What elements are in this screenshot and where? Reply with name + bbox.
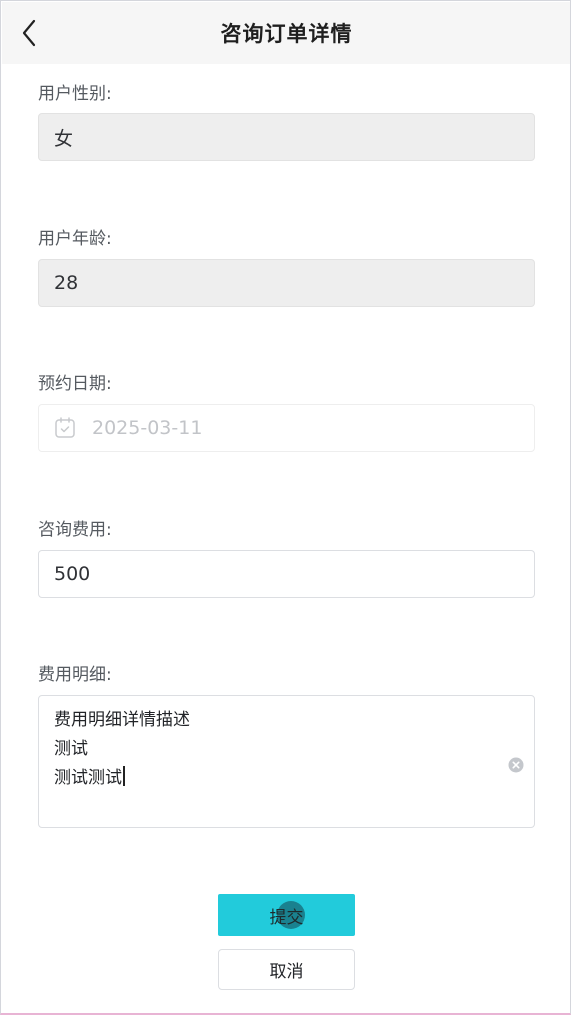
consult-fee-value: 500 (54, 563, 91, 585)
clear-icon[interactable] (508, 757, 524, 773)
fee-detail-label: 费用明细: (38, 665, 112, 685)
age-value: 28 (54, 272, 79, 294)
consult-fee-input[interactable]: 500 (38, 550, 535, 598)
cancel-button-label: 取消 (269, 962, 304, 982)
submit-button-label: 提交 (269, 907, 304, 928)
fee-detail-textarea[interactable]: 费用明细详情描述 测试 测试测试 (38, 695, 535, 828)
age-label: 用户年龄: (38, 229, 112, 249)
fee-detail-line-current: 测试测试 (54, 764, 494, 793)
consult-order-detail-screen: 咨询订单详情 用户性别: 女 用户年龄: 28 预约日期: 2025-03-11… (0, 0, 571, 1015)
calendar-icon (54, 417, 76, 439)
fee-detail-line-text: 测试测试 (54, 768, 122, 788)
cancel-button[interactable]: 取消 (218, 949, 355, 990)
fee-detail-line: 费用明细详情描述 (54, 710, 190, 730)
appointment-date-value: 2025-03-11 (92, 417, 203, 439)
gender-field: 女 (38, 113, 535, 161)
gender-label: 用户性别: (38, 84, 112, 104)
fee-detail-line: 测试 (54, 739, 88, 759)
appointment-date-label: 预约日期: (38, 374, 112, 394)
consult-fee-label: 咨询费用: (38, 520, 112, 540)
submit-button[interactable]: 提交 (218, 894, 355, 936)
page-title: 咨询订单详情 (220, 22, 353, 46)
text-cursor (123, 766, 125, 786)
top-nav-bar: 咨询订单详情 (2, 2, 570, 64)
age-field: 28 (38, 259, 535, 307)
appointment-date-picker[interactable]: 2025-03-11 (38, 404, 535, 452)
gender-value: 女 (54, 127, 74, 150)
